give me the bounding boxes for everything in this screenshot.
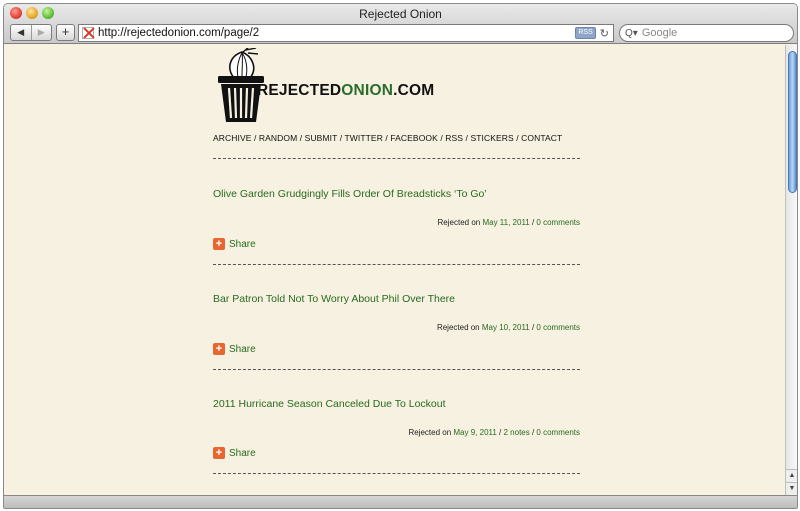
share-button[interactable]: + Share — [213, 447, 256, 459]
meta-prefix: Rejected on — [437, 218, 483, 227]
nav-link-rss[interactable]: RSS — [445, 133, 463, 143]
nav-link-facebook[interactable]: FACEBOOK — [390, 133, 438, 143]
site-logo-text[interactable]: REJECTEDONION.COM — [257, 82, 434, 100]
post-date-link[interactable]: May 9, 2011 — [453, 428, 496, 437]
add-bookmark-button[interactable]: + — [56, 24, 75, 41]
share-button[interactable]: + Share — [213, 343, 256, 355]
dashed-divider — [213, 473, 580, 474]
vertical-scrollbar[interactable]: ▲ ▼ — [785, 45, 797, 495]
search-placeholder: Google — [641, 27, 678, 39]
post-comments-link[interactable]: 0 comments — [536, 428, 580, 437]
site-nav: ARCHIVE / RANDOM / SUBMIT / TWITTER / FA… — [213, 133, 562, 143]
meta-separator: / — [496, 428, 504, 437]
broken-favicon-icon — [82, 27, 94, 39]
dashed-divider — [213, 264, 580, 265]
nav-link-archive[interactable]: ARCHIVE — [213, 133, 252, 143]
logo-text-part: ONION — [341, 82, 394, 99]
browser-window: Rejected Onion ◀ ▶ + http://rejectedonio… — [3, 3, 798, 509]
rss-badge[interactable]: RSS — [575, 27, 596, 39]
meta-prefix: Rejected on — [408, 428, 454, 437]
logo-text-part: .COM — [393, 82, 435, 99]
browser-chrome: Rejected Onion ◀ ▶ + http://rejectedonio… — [4, 4, 797, 44]
meta-prefix: Rejected on — [436, 323, 482, 332]
dashed-divider — [213, 158, 580, 159]
forward-button[interactable]: ▶ — [30, 25, 52, 40]
scroll-down-arrow-icon[interactable]: ▼ — [786, 482, 797, 494]
share-label: Share — [229, 447, 256, 459]
url-text[interactable]: http://rejectedonion.com/page/2 — [98, 27, 575, 39]
post-notes-link[interactable]: 2 notes — [504, 428, 530, 437]
back-button[interactable]: ◀ — [11, 25, 31, 40]
post-date-link[interactable]: May 11, 2011 — [482, 218, 529, 227]
post-meta: Rejected on May 9, 2011 / 2 notes / 0 co… — [408, 428, 580, 437]
post-meta: Rejected on May 11, 2011 / 0 comments — [438, 218, 580, 227]
share-label: Share — [229, 343, 256, 355]
nav-link-twitter[interactable]: TWITTER — [344, 133, 382, 143]
address-bar[interactable]: http://rejectedonion.com/page/2 RSS ↻ — [78, 24, 614, 42]
nav-link-contact[interactable]: CONTACT — [521, 133, 562, 143]
nav-separator: / — [297, 133, 305, 143]
search-field[interactable]: Q▾ Google — [619, 24, 794, 42]
post-comments-link[interactable]: 0 comments — [536, 323, 580, 332]
dashed-divider — [213, 369, 580, 370]
share-button[interactable]: + Share — [213, 238, 256, 250]
window-title: Rejected Onion — [359, 7, 442, 21]
post-comments-link[interactable]: 0 comments — [536, 218, 580, 227]
share-plus-icon: + — [213, 238, 225, 250]
share-plus-icon: + — [213, 447, 225, 459]
scrollbar-thumb[interactable] — [788, 51, 797, 193]
post-date-link[interactable]: May 10, 2011 — [482, 323, 530, 332]
magnifier-icon[interactable]: Q▾ — [625, 28, 638, 39]
nav-separator: / — [251, 133, 259, 143]
post-title-link[interactable]: 2011 Hurricane Season Canceled Due To Lo… — [213, 398, 446, 410]
page-content: REJECTEDONION.COM ARCHIVE / RANDOM / SUB… — [4, 45, 785, 495]
scroll-up-arrow-icon[interactable]: ▲ — [786, 469, 797, 481]
post-title-link[interactable]: Olive Garden Grudgingly Fills Order Of B… — [213, 188, 487, 200]
share-plus-icon: + — [213, 343, 225, 355]
nav-link-submit[interactable]: SUBMIT — [305, 133, 338, 143]
nav-link-random[interactable]: RANDOM — [259, 133, 297, 143]
post-meta: Rejected on May 10, 2011 / 0 comments — [437, 323, 580, 332]
back-forward-group: ◀ ▶ — [10, 24, 52, 41]
share-label: Share — [229, 238, 256, 250]
logo-text-part: REJECTED — [257, 82, 342, 99]
post-title-link[interactable]: Bar Patron Told Not To Worry About Phil … — [213, 293, 455, 305]
nav-link-stickers[interactable]: STICKERS — [470, 133, 513, 143]
reload-icon[interactable]: ↻ — [600, 27, 609, 40]
status-bar — [4, 495, 797, 508]
